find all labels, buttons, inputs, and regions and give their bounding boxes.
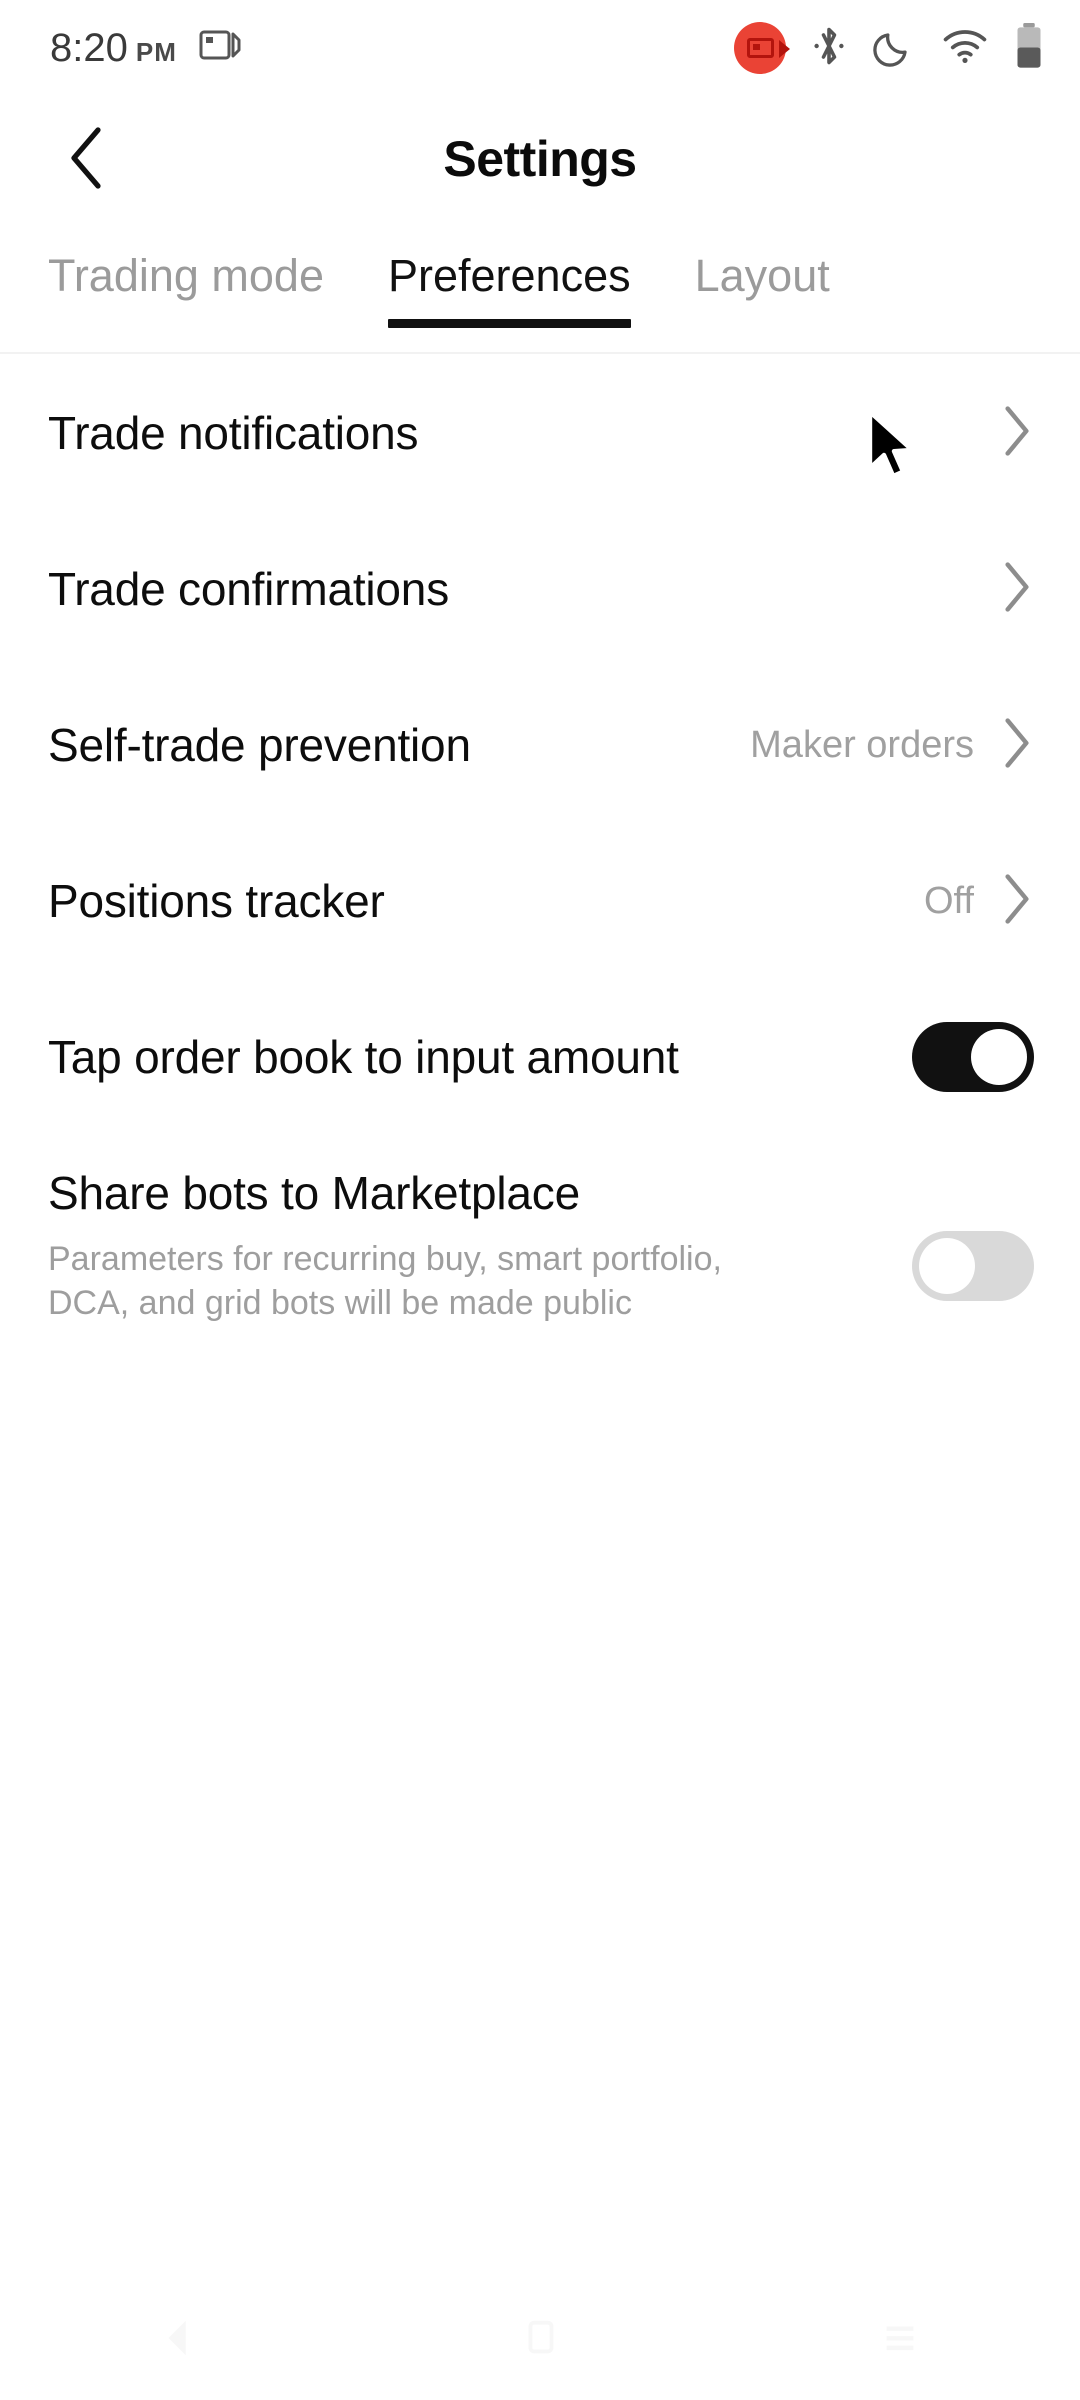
system-navigation-bar — [0, 2280, 1080, 2400]
tab-layout[interactable]: Layout — [695, 228, 830, 328]
phone-screen: 8:20 PM Settings Trading mode Preference… — [0, 0, 1080, 2400]
home-square-icon[interactable] — [517, 2315, 563, 2366]
recents-lines-icon[interactable] — [877, 2315, 923, 2366]
row-main: Self-trade prevention — [48, 718, 750, 771]
row-self-trade-prevention[interactable]: Self-trade prevention Maker orders — [0, 667, 1080, 823]
page-title: Settings — [443, 131, 637, 187]
status-time-ampm: PM — [135, 36, 177, 67]
tab-trading-mode[interactable]: Trading mode — [48, 228, 324, 328]
row-right — [912, 1022, 1034, 1092]
battery-icon — [1014, 22, 1044, 74]
status-time-value: 8:20 — [50, 25, 128, 70]
row-label: Trade notifications — [48, 406, 419, 459]
toggle-knob — [919, 1238, 975, 1294]
row-share-bots[interactable]: Share bots to Marketplace Parameters for… — [0, 1135, 1080, 1335]
tab-preferences[interactable]: Preferences — [387, 228, 631, 328]
preferences-list: Trade notifications Trade confirmations — [0, 355, 1080, 1335]
row-trade-notifications[interactable]: Trade notifications — [0, 355, 1080, 511]
row-main: Positions tracker — [48, 874, 924, 927]
row-label: Tap order book to input amount — [48, 1030, 679, 1083]
chevron-right-icon[interactable] — [1000, 559, 1034, 620]
moon-dnd-icon — [872, 24, 916, 73]
back-triangle-icon[interactable] — [157, 2315, 203, 2366]
chevron-right-icon[interactable] — [1000, 715, 1034, 776]
row-label: Trade confirmations — [48, 562, 449, 615]
status-bar: 8:20 PM — [0, 0, 1080, 96]
row-main: Trade notifications — [48, 406, 974, 459]
row-trade-confirmations[interactable]: Trade confirmations — [0, 511, 1080, 667]
row-value: Maker orders — [750, 723, 974, 766]
tab-bar: Trading mode Preferences Layout — [0, 228, 1080, 355]
row-tap-order-book[interactable]: Tap order book to input amount — [0, 979, 1080, 1135]
row-main: Tap order book to input amount — [48, 1030, 912, 1083]
toggle-knob — [971, 1029, 1027, 1085]
row-right: Maker orders — [750, 715, 1034, 776]
wifi-icon — [942, 27, 988, 70]
toggle-share-bots[interactable] — [912, 1231, 1034, 1301]
row-right — [974, 403, 1034, 464]
row-right — [974, 559, 1034, 620]
screen-record-icon — [734, 22, 790, 74]
row-main: Trade confirmations — [48, 562, 974, 615]
row-label: Share bots to Marketplace — [48, 1167, 580, 1219]
row-label: Self-trade prevention — [48, 718, 471, 771]
screen-cast-icon — [199, 28, 243, 69]
row-subtitle: Parameters for recurring buy, smart port… — [48, 1240, 722, 1323]
status-time: 8:20 PM — [50, 26, 177, 71]
row-value: Off — [924, 879, 974, 922]
status-bar-right — [734, 22, 1044, 74]
row-right: Off — [924, 871, 1034, 932]
status-bar-left: 8:20 PM — [50, 26, 243, 71]
row-label: Positions tracker — [48, 874, 385, 927]
bluetooth-icon — [812, 24, 846, 73]
row-right — [912, 1231, 1034, 1301]
app-header: Settings — [0, 96, 1080, 222]
chevron-right-icon[interactable] — [1000, 871, 1034, 932]
chevron-right-icon[interactable] — [1000, 403, 1034, 464]
row-positions-tracker[interactable]: Positions tracker Off — [0, 823, 1080, 979]
toggle-tap-order-book[interactable] — [912, 1022, 1034, 1092]
tab-divider — [0, 352, 1080, 354]
row-main: Share bots to Marketplace Parameters for… — [48, 1169, 912, 1326]
